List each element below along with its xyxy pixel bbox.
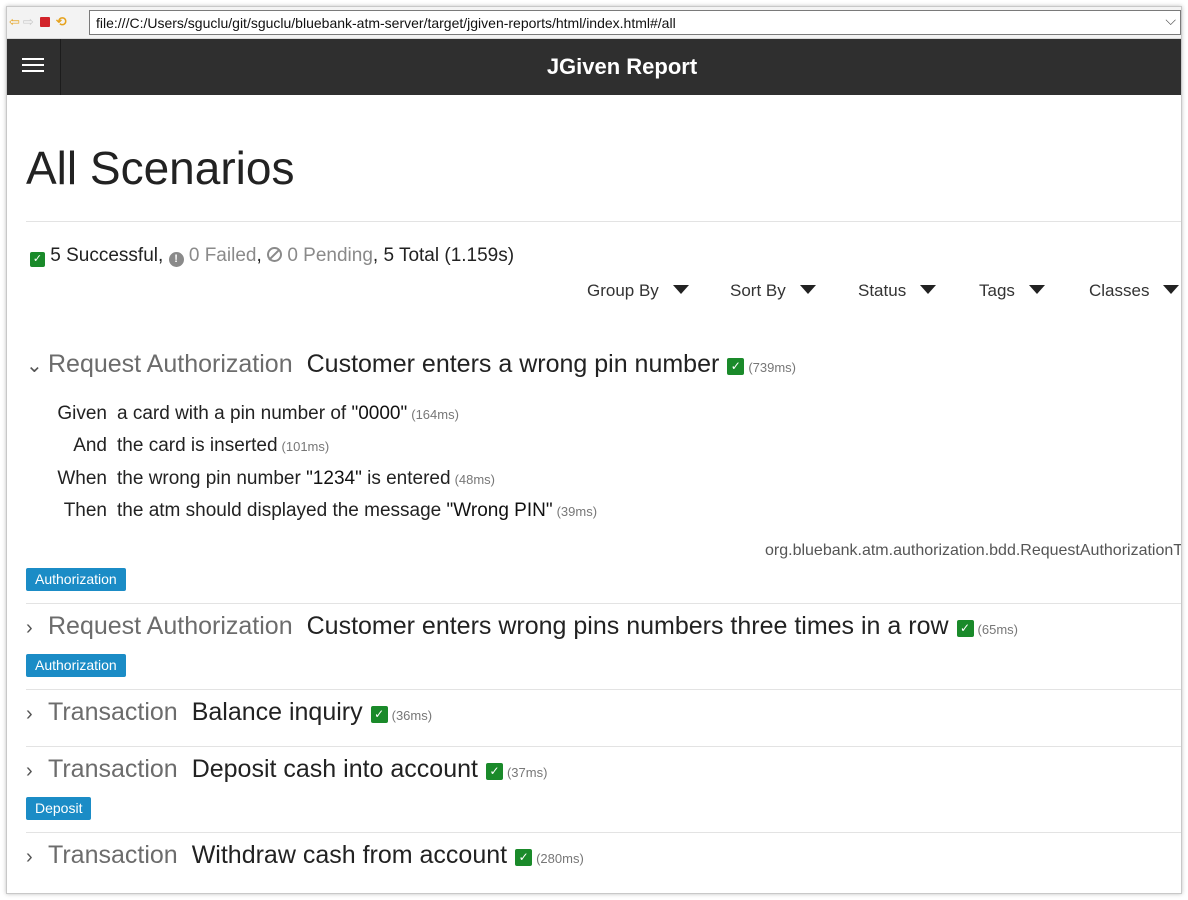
scenario-duration: (36ms): [391, 708, 433, 723]
filter-label: Classes: [1089, 281, 1150, 300]
scenario-class: Transaction: [48, 755, 178, 783]
step-keyword: Then: [63, 500, 107, 521]
divider: [26, 832, 1181, 833]
caret-down-icon: [1028, 285, 1045, 294]
url-input[interactable]: file:///C:/Users/sguclu/git/sguclu/blueb…: [89, 10, 1181, 35]
address-bar: ⇦ ⇨ ⟲ file:///C:/Users/sguclu/git/sguclu…: [7, 7, 1181, 39]
filter-label: Status: [858, 281, 907, 300]
tag-authorization[interactable]: Authorization: [26, 654, 126, 677]
class-path[interactable]: org.bluebank.atm.authorization.bdd.Reque…: [765, 542, 1181, 560]
scenario-duration: (280ms): [536, 851, 584, 866]
check-icon: ✓: [485, 763, 503, 780]
divider: [26, 221, 1181, 222]
scenario-class: Request Authorization: [48, 612, 293, 640]
step-value: "Wrong PIN": [446, 500, 553, 521]
tag-authorization[interactable]: Authorization: [26, 568, 126, 591]
step-text: a card with a pin number of: [117, 403, 352, 424]
chevron-right-icon[interactable]: ›: [26, 760, 48, 783]
caret-down-icon: [672, 285, 689, 294]
divider: [26, 689, 1181, 690]
chevron-right-icon[interactable]: ›: [26, 846, 48, 869]
tags-dropdown[interactable]: Tags: [979, 281, 1045, 301]
page-title: All Scenarios: [26, 142, 295, 194]
step-keyword: Given: [57, 403, 107, 424]
browser-window: ⇦ ⇨ ⟲ file:///C:/Users/sguclu/git/sguclu…: [6, 6, 1182, 894]
step-duration: (164ms): [411, 407, 459, 422]
caret-down-icon: [799, 285, 816, 294]
chevron-down-icon[interactable]: ⌵: [1165, 12, 1176, 29]
arrow-left-icon[interactable]: ⇦: [9, 14, 20, 30]
scenario-duration: (65ms): [977, 622, 1018, 637]
step-text: the wrong pin number: [117, 468, 307, 489]
step-duration: (48ms): [454, 472, 496, 487]
arrow-right-icon[interactable]: ⇨: [23, 14, 34, 30]
scenario-duration: (739ms): [748, 360, 796, 375]
scenario-class: Transaction: [48, 698, 178, 726]
summary-pending[interactable]: 0 Pending: [287, 245, 373, 266]
status-summary: ✓ 5 Successful, ! 0 Failed, 0 Pending, 5…: [30, 245, 514, 267]
caret-down-icon: [920, 285, 937, 294]
exclamation-icon: !: [168, 252, 184, 267]
filter-label: Group By: [587, 281, 659, 300]
scenario-header[interactable]: › Transaction Deposit cash into account ✓ (3…: [26, 755, 547, 784]
check-icon: ✓: [30, 252, 45, 267]
step-keyword: When: [57, 468, 107, 489]
divider: [26, 746, 1181, 747]
scenario-name: Withdraw cash from account: [191, 841, 508, 869]
step-value: "0000": [351, 403, 408, 424]
stop-icon[interactable]: [39, 17, 50, 27]
scenario-class: Transaction: [48, 841, 178, 869]
chevron-down-icon[interactable]: ⌄: [26, 353, 48, 378]
group-by-dropdown[interactable]: Group By: [587, 281, 689, 301]
hamburger-icon: [22, 58, 44, 76]
menu-button[interactable]: [7, 39, 61, 95]
scenario-class: Request Authorization: [48, 350, 293, 378]
step-text: the atm should displayed the message: [117, 500, 447, 521]
summary-failed[interactable]: 0 Failed: [189, 245, 257, 266]
ban-icon: [267, 247, 283, 262]
scenario-name: Customer enters wrong pins numbers three…: [306, 612, 949, 640]
filter-label: Tags: [979, 281, 1015, 300]
summary-successful[interactable]: 5 Successful: [50, 245, 158, 266]
sort-by-dropdown[interactable]: Sort By: [730, 281, 816, 301]
step-duration: (39ms): [556, 504, 598, 519]
top-bar: JGiven Report: [7, 39, 1181, 95]
browser-nav: ⇦ ⇨ ⟲: [9, 14, 67, 30]
chevron-right-icon[interactable]: ›: [26, 617, 48, 640]
filter-label: Sort By: [730, 281, 786, 300]
step-text-after: is entered: [361, 468, 451, 489]
step-value: "1234": [306, 468, 362, 489]
filter-bar: Group By Sort By Status Tags Classes: [7, 281, 1181, 305]
main-content: All Scenarios ✓ 5 Successful, ! 0 Failed…: [7, 95, 1181, 893]
tag-deposit[interactable]: Deposit: [26, 797, 92, 820]
divider: [26, 603, 1181, 604]
step-text: the card is inserted: [117, 435, 278, 456]
step-keyword: And: [73, 435, 107, 456]
url-text: file:///C:/Users/sguclu/git/sguclu/blueb…: [96, 15, 676, 31]
chevron-right-icon[interactable]: ›: [26, 703, 48, 726]
caret-down-icon: [1163, 285, 1180, 294]
app-title: JGiven Report: [546, 54, 698, 79]
check-icon: ✓: [515, 849, 533, 866]
scenario-name: Deposit cash into account: [191, 755, 478, 783]
check-icon: ✓: [956, 620, 974, 637]
check-icon: ✓: [370, 706, 388, 723]
scenario-header[interactable]: › Transaction Balance inquiry ✓ (36ms): [26, 698, 432, 727]
step-duration: (101ms): [281, 439, 330, 454]
scenario-name: Balance inquiry: [191, 698, 363, 726]
classes-dropdown[interactable]: Classes: [1089, 281, 1180, 301]
check-icon: ✓: [727, 358, 745, 375]
scenario-header[interactable]: ⌄ Request Authorization Customer enters a …: [26, 350, 796, 379]
scenario-duration: (37ms): [506, 765, 548, 780]
scenario-header[interactable]: › Transaction Withdraw cash from account ✓(…: [26, 841, 584, 870]
scenario-name: Customer enters a wrong pin number: [306, 350, 720, 378]
scenario-header[interactable]: › Request Authorization Customer enters wr…: [26, 612, 1018, 641]
status-dropdown[interactable]: Status: [858, 281, 937, 301]
refresh-icon[interactable]: ⟲: [56, 14, 67, 30]
summary-total: 5 Total (1.159s): [383, 245, 515, 266]
